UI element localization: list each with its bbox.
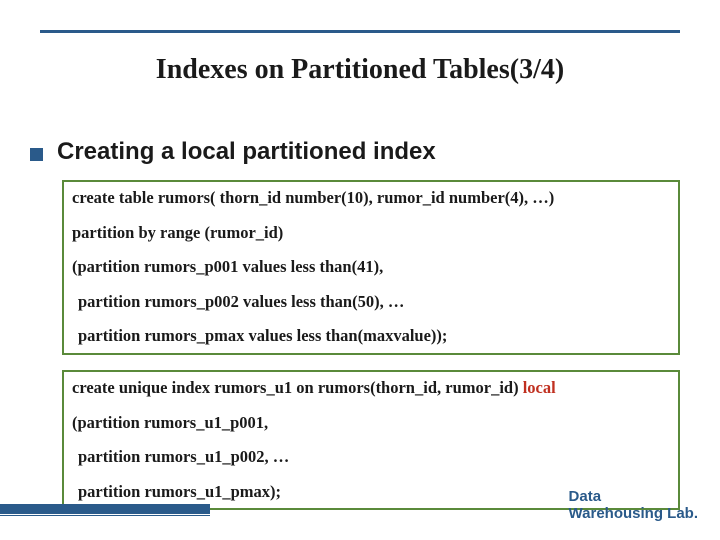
code-line: partition rumors_u1_p002, … — [72, 449, 670, 466]
code-text: create unique index rumors_u1 on rumors(… — [72, 378, 523, 397]
code-line: partition rumors_p002 values less than(5… — [72, 294, 670, 311]
keyword-local: local — [523, 378, 556, 397]
code-line: (partition rumors_p001 values less than(… — [72, 259, 670, 276]
footer-line1: Data — [569, 489, 698, 506]
footer-line2: Warehousing Lab. — [569, 506, 698, 523]
bullet-row: Creating a local partitioned index — [30, 138, 690, 166]
code-line: create unique index rumors_u1 on rumors(… — [72, 380, 670, 397]
code-line: partition rumors_pmax values less than(m… — [72, 328, 670, 345]
footer-accent-bar — [0, 504, 210, 514]
code-line: (partition rumors_u1_p001, — [72, 415, 670, 432]
code-line: create table rumors( thorn_id number(10)… — [72, 190, 670, 207]
top-divider — [40, 30, 680, 33]
code-line: partition by range (rumor_id) — [72, 225, 670, 242]
code-box-create-table: create table rumors( thorn_id number(10)… — [62, 180, 680, 355]
slide-title: Indexes on Partitioned Tables(3/4) — [0, 54, 720, 86]
footer-accent-line — [0, 515, 210, 516]
bullet-square-icon — [30, 148, 43, 161]
footer-label: Data Warehousing Lab. — [569, 489, 698, 522]
bullet-heading: Creating a local partitioned index — [57, 138, 436, 166]
